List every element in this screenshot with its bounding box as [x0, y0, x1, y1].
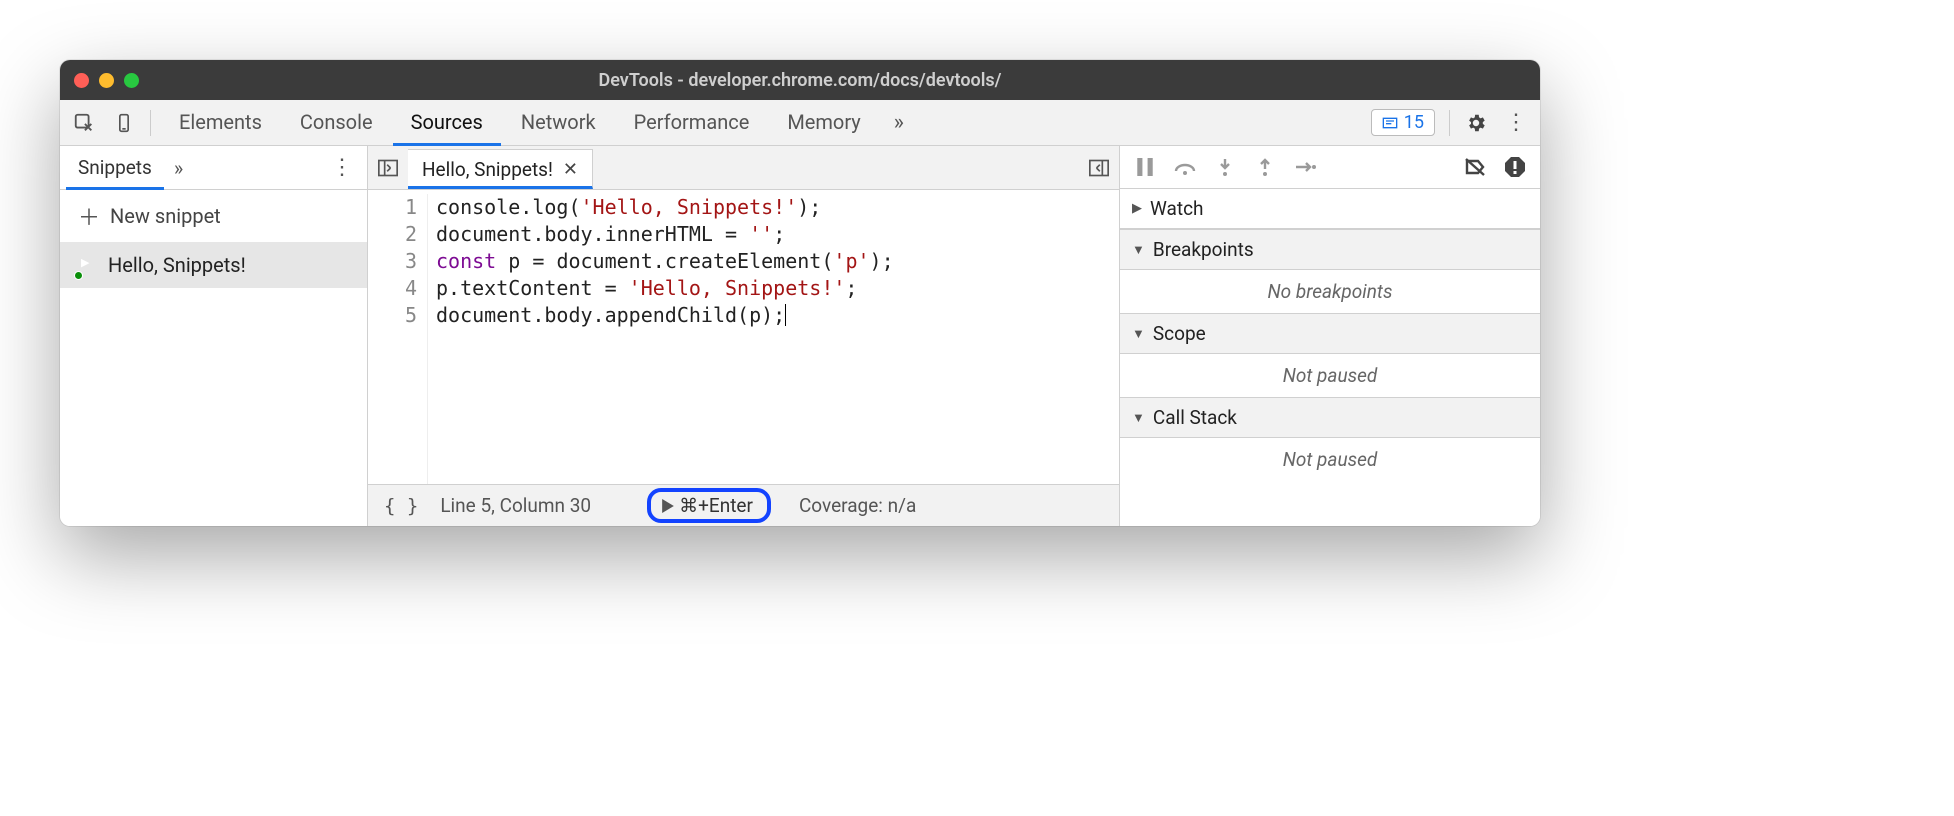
editor-statusbar: { } Line 5, Column 30 ⌘+Enter Coverage: … [368, 484, 1119, 526]
play-icon [661, 499, 675, 513]
debugger-section-watch[interactable]: ▶ Watch [1120, 189, 1540, 229]
debugger-pane: ▶ Watch ▼ Breakpoints No breakpoints ▼ Scope No… [1120, 146, 1540, 526]
devtools-window: DevTools - developer.chrome.com/docs/dev… [60, 60, 1540, 526]
step-over-icon[interactable] [1172, 154, 1198, 180]
titlebar: DevTools - developer.chrome.com/docs/dev… [60, 60, 1540, 100]
debugger-section-breakpoints[interactable]: ▼ Breakpoints [1120, 229, 1540, 270]
tab-sources[interactable]: Sources [393, 100, 501, 146]
run-snippet-button[interactable]: ⌘+Enter [647, 488, 771, 523]
new-snippet-label: New snippet [110, 204, 221, 228]
snippet-name: Hello, Snippets! [108, 253, 246, 277]
code-editor[interactable]: 12345 console.log('Hello, Snippets!');do… [368, 190, 1119, 484]
tab-network[interactable]: Network [503, 100, 614, 146]
line-gutter: 12345 [368, 194, 428, 484]
issues-badge[interactable]: 15 [1371, 109, 1435, 136]
section-body: No breakpoints [1120, 270, 1540, 313]
section-body: Not paused [1120, 438, 1540, 481]
inspect-element-icon[interactable] [64, 100, 104, 146]
show-debugger-icon[interactable] [1079, 159, 1119, 177]
navigator-pane: Snippets » ⋮ ＋ New snippet Hello, Snippe… [60, 146, 368, 526]
more-tabs-icon[interactable]: » [879, 100, 919, 146]
navigator-tab-snippets[interactable]: Snippets [66, 146, 164, 190]
divider [150, 110, 151, 136]
main-area: Snippets » ⋮ ＋ New snippet Hello, Snippe… [60, 146, 1540, 526]
tab-memory[interactable]: Memory [769, 100, 878, 146]
navigator-menu-icon[interactable]: ⋮ [323, 155, 361, 180]
file-tab-label: Hello, Snippets! [422, 158, 553, 181]
step-out-icon[interactable] [1252, 154, 1278, 180]
close-tab-icon[interactable]: ✕ [563, 159, 578, 180]
section-label: Watch [1150, 197, 1204, 220]
minimize-window-icon[interactable] [99, 73, 114, 88]
maximize-window-icon[interactable] [124, 73, 139, 88]
debugger-section-scope[interactable]: ▼ Scope [1120, 313, 1540, 354]
tab-performance[interactable]: Performance [616, 100, 768, 146]
new-snippet-button[interactable]: ＋ New snippet [60, 190, 367, 242]
tab-console[interactable]: Console [282, 100, 391, 146]
window-title: DevTools - developer.chrome.com/docs/dev… [60, 70, 1540, 91]
file-tab[interactable]: Hello, Snippets! ✕ [408, 149, 593, 189]
tab-elements[interactable]: Elements [161, 100, 280, 146]
chevron-down-icon: ▼ [1132, 326, 1145, 342]
window-controls [74, 73, 139, 88]
close-window-icon[interactable] [74, 73, 89, 88]
snippet-list-item[interactable]: Hello, Snippets! [60, 242, 367, 288]
editor-pane: Hello, Snippets! ✕ 12345 console.log('He… [368, 146, 1120, 526]
show-navigator-icon[interactable] [368, 159, 408, 177]
section-label: Breakpoints [1153, 238, 1254, 261]
chevron-down-icon: ▼ [1132, 242, 1145, 258]
main-tabbar: ElementsConsoleSourcesNetworkPerformance… [60, 100, 1540, 146]
more-navigator-tabs-icon[interactable]: » [174, 156, 183, 180]
section-label: Call Stack [1153, 406, 1237, 429]
navigator-tabs: Snippets » ⋮ [60, 146, 367, 190]
kebab-menu-icon[interactable]: ⋮ [1496, 100, 1536, 146]
step-into-icon[interactable] [1212, 154, 1238, 180]
debugger-section-call-stack[interactable]: ▼ Call Stack [1120, 397, 1540, 438]
deactivate-breakpoints-icon[interactable] [1462, 154, 1488, 180]
file-tabbar: Hello, Snippets! ✕ [368, 146, 1119, 190]
snippet-file-icon [76, 252, 98, 278]
format-icon[interactable]: { } [380, 495, 422, 517]
section-label: Scope [1153, 322, 1206, 345]
chevron-down-icon: ▼ [1132, 410, 1145, 426]
coverage-status: Coverage: n/a [799, 494, 916, 517]
section-body: Not paused [1120, 354, 1540, 397]
settings-icon[interactable] [1456, 100, 1496, 146]
issues-count: 15 [1404, 112, 1424, 133]
device-toolbar-icon[interactable] [104, 100, 144, 146]
run-shortcut: ⌘+Enter [679, 494, 753, 517]
debugger-toolbar [1120, 146, 1540, 189]
code-area[interactable]: console.log('Hello, Snippets!');document… [428, 194, 894, 484]
plus-icon: ＋ [78, 200, 100, 232]
cursor-position: Line 5, Column 30 [440, 494, 591, 517]
chevron-right-icon: ▶ [1132, 201, 1142, 216]
divider [1449, 110, 1450, 136]
step-icon[interactable] [1292, 154, 1318, 180]
pause-on-exceptions-icon[interactable] [1502, 154, 1528, 180]
pause-icon[interactable] [1132, 154, 1158, 180]
